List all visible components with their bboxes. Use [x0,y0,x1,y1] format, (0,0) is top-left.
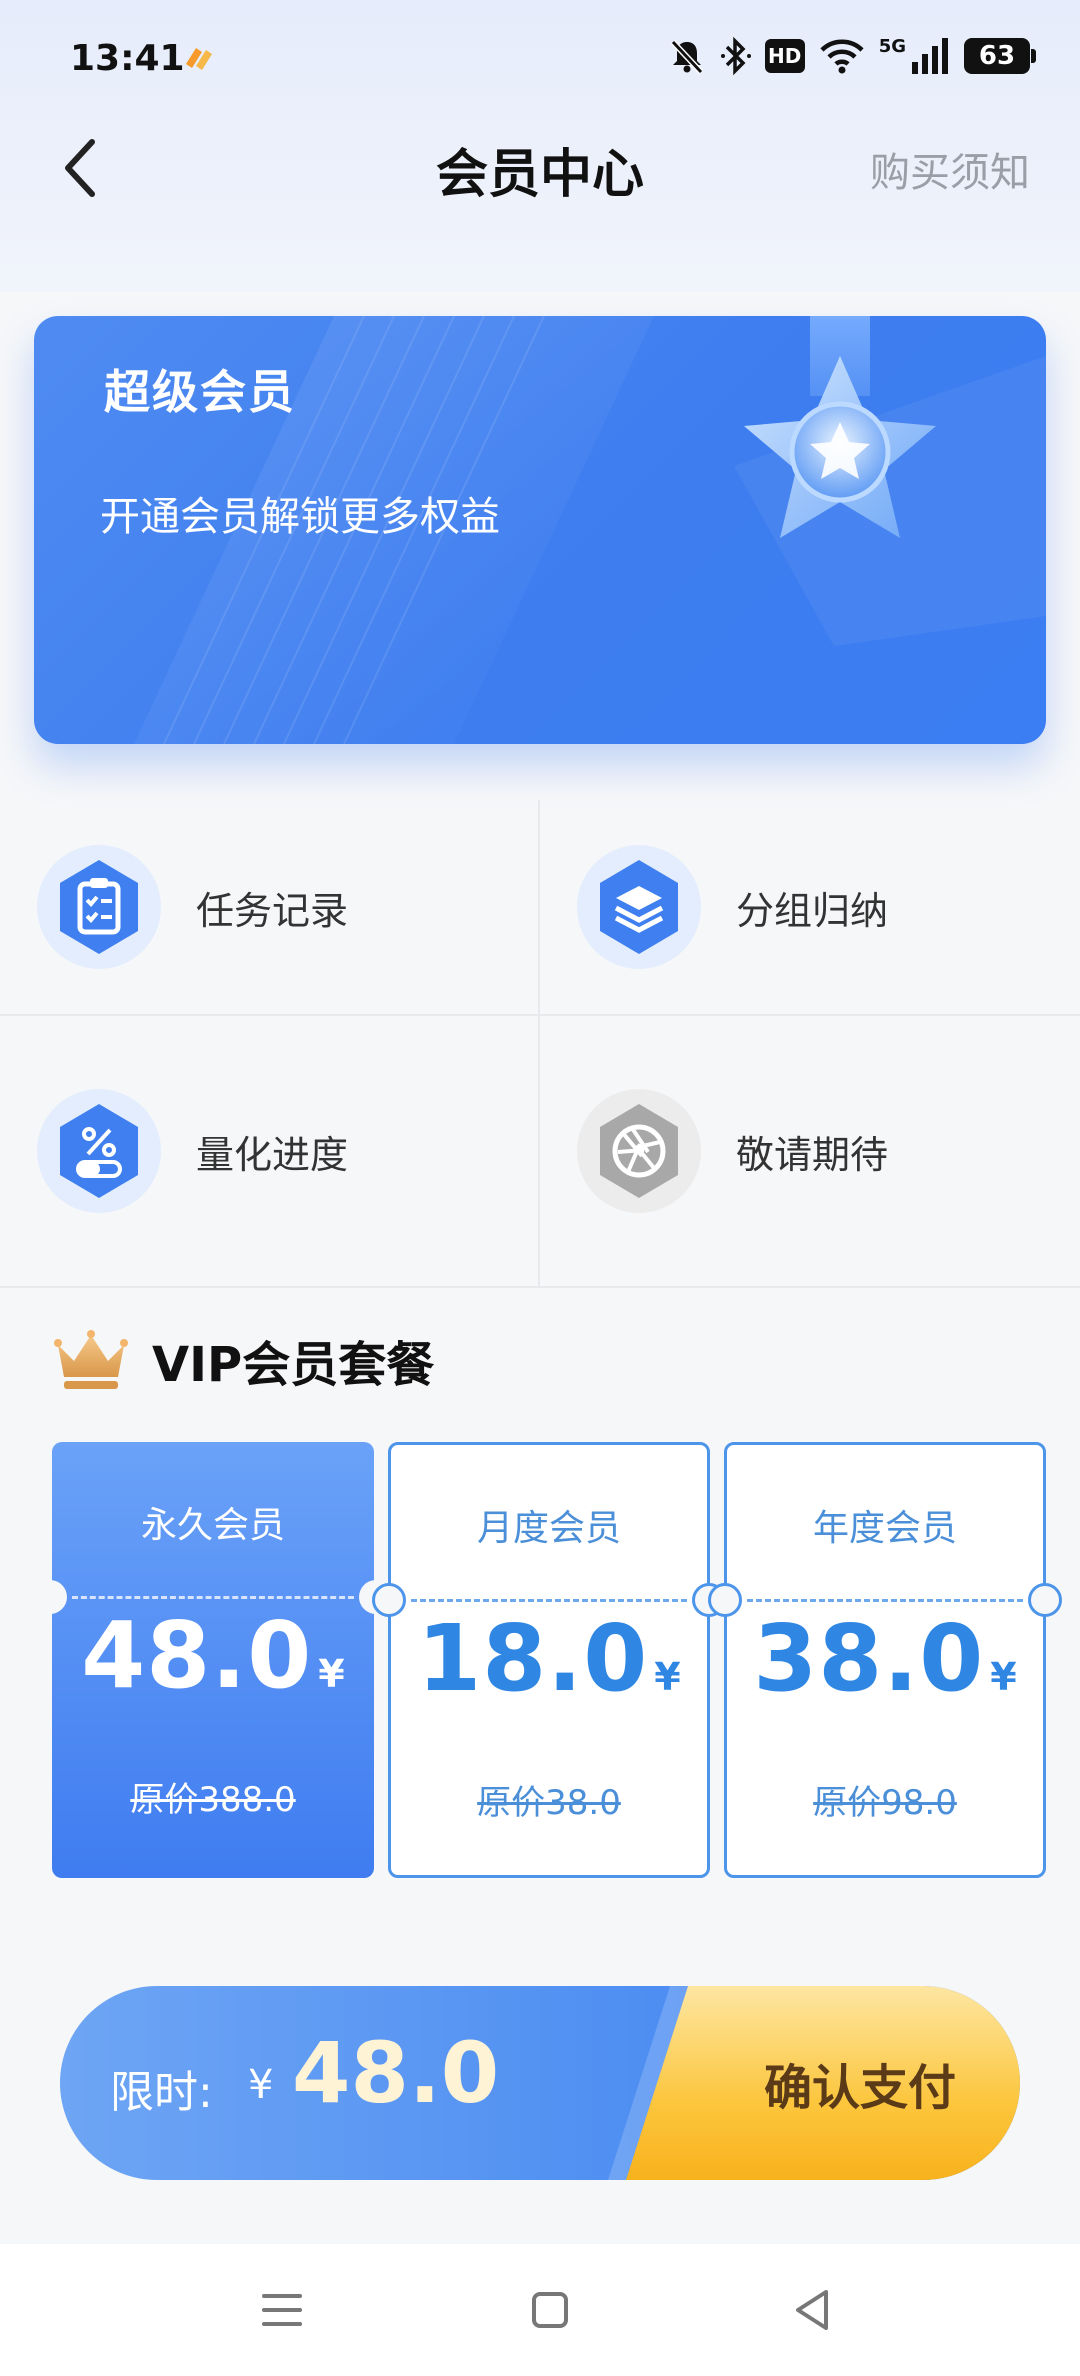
plan-original-price: 原价38.0 [477,1783,621,1823]
feature-label: 量化进度 [196,1132,349,1177]
vip-section-header: VIP会员套餐 [54,1320,434,1400]
percent-progress-icon [37,1089,161,1213]
feature-grid: 任务记录 分组归纳 量化进度 敬请期待 [0,800,1080,1288]
plan-price: 18.0 [417,1605,649,1712]
back-nav-button[interactable] [770,2268,854,2352]
feature-coming-soon[interactable]: 敬请期待 [540,1016,1080,1286]
pay-currency: ¥ [248,2062,274,2108]
status-time: 13:41 [70,38,185,79]
plan-name: 月度会员 [476,1508,621,1549]
plan-currency: ¥ [318,1652,345,1696]
crown-icon [54,1330,128,1389]
limited-time-label: 限时: [110,2067,213,2118]
layers-icon [577,845,701,969]
super-member-banner: 超级会员 开通会员解锁更多权益 [34,316,1046,744]
network-type: 5G [878,35,906,57]
feature-quantify-progress[interactable]: 量化进度 [0,1016,540,1286]
square-icon [532,2292,568,2328]
plan-price-row: 48.0 ¥ [52,1602,374,1709]
grid-divider [0,1286,1080,1288]
plan-divider [411,1599,687,1602]
feature-label: 分组归纳 [736,888,889,933]
plan-price-row: 38.0 ¥ [727,1605,1043,1712]
status-bar: 13:41 HD 5G 63 [0,0,1080,118]
battery-indicator: 63 [964,38,1036,74]
payment-bar: 限时: ¥ 48.0 确认支付 [60,1986,1020,2180]
bluetooth-icon [720,36,751,76]
plan-name: 年度会员 [812,1508,957,1549]
plan-divider [72,1596,354,1599]
banner-title: 超级会员 [104,365,296,419]
aperture-icon [577,1089,701,1213]
plan-original-price: 原价98.0 [813,1783,957,1823]
feature-group-summary[interactable]: 分组归纳 [540,800,1080,1014]
feature-task-record[interactable]: 任务记录 [0,800,540,1014]
banner-subtitle: 开通会员解锁更多权益 [100,494,500,540]
signal-icon [912,38,948,74]
plan-card-monthly[interactable]: 月度会员 18.0 ¥ 原价38.0 [372,1442,726,1878]
mute-bell-icon [670,39,703,75]
home-button[interactable] [508,2268,592,2352]
star-medal-icon [744,316,936,538]
recent-apps-button[interactable] [240,2268,324,2352]
plan-currency: ¥ [990,1655,1017,1699]
plan-currency: ¥ [654,1655,681,1699]
top-area: 13:41 HD 5G 63 会员中心 购买须知 [0,0,1080,292]
wifi-icon [820,39,864,74]
status-icons: HD 5G 63 [667,34,1036,78]
menu-icon [262,2294,302,2326]
plan-original-price: 原价388.0 [130,1780,296,1820]
plan-name: 永久会员 [140,1505,285,1546]
plan-divider [747,1599,1023,1602]
plan-card-yearly[interactable]: 年度会员 38.0 ¥ 原价98.0 [708,1442,1062,1878]
system-nav-bar [0,2244,1080,2376]
feature-label: 敬请期待 [736,1132,889,1177]
triangle-back-icon [796,2290,828,2330]
app-notification-icon [186,48,212,70]
pay-amount: 48.0 [292,2024,500,2122]
plan-price: 38.0 [753,1605,985,1712]
header: 会员中心 购买须知 [0,118,1080,218]
buy-notice-link[interactable]: 购买须知 [870,140,1030,198]
task-list-icon [37,845,161,969]
plan-price-row: 18.0 ¥ [391,1605,707,1712]
feature-label: 任务记录 [196,888,349,933]
confirm-pay-button[interactable]: 确认支付 [700,1986,1020,2180]
vip-section-title: VIP会员套餐 [152,1337,435,1393]
plan-card-lifetime[interactable]: 永久会员 48.0 ¥ 原价388.0 [33,1442,393,1878]
plan-price: 48.0 [81,1602,313,1709]
hd-badge: HD [764,39,805,73]
